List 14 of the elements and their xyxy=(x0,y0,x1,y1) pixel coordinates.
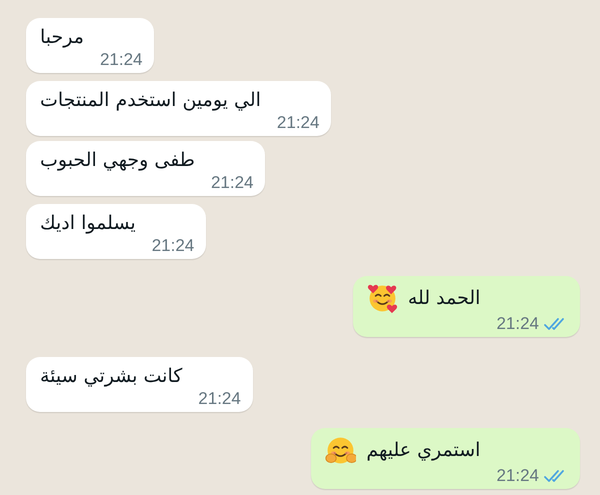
message-text: مرحبا xyxy=(40,25,84,50)
message-time: 21:24 xyxy=(152,236,194,256)
message-text: يسلموا اديك xyxy=(40,211,136,236)
message-text: استمري عليهم xyxy=(366,438,480,463)
message-text: الحمد لله xyxy=(408,286,480,311)
message-text: طفى وجهي الحبوب xyxy=(40,148,195,173)
message-text: كانت بشرتي سيئة xyxy=(40,364,182,389)
message-time: 21:24 xyxy=(496,314,539,334)
message-time: 21:24 xyxy=(100,50,142,70)
message-time: 21:24 xyxy=(210,173,254,193)
message-time: 21:24 xyxy=(276,113,320,133)
message-text: الي يومين استخدم المنتجات xyxy=(40,88,261,113)
message-time: 21:24 xyxy=(496,466,539,486)
message-time: 21:24 xyxy=(198,389,241,409)
